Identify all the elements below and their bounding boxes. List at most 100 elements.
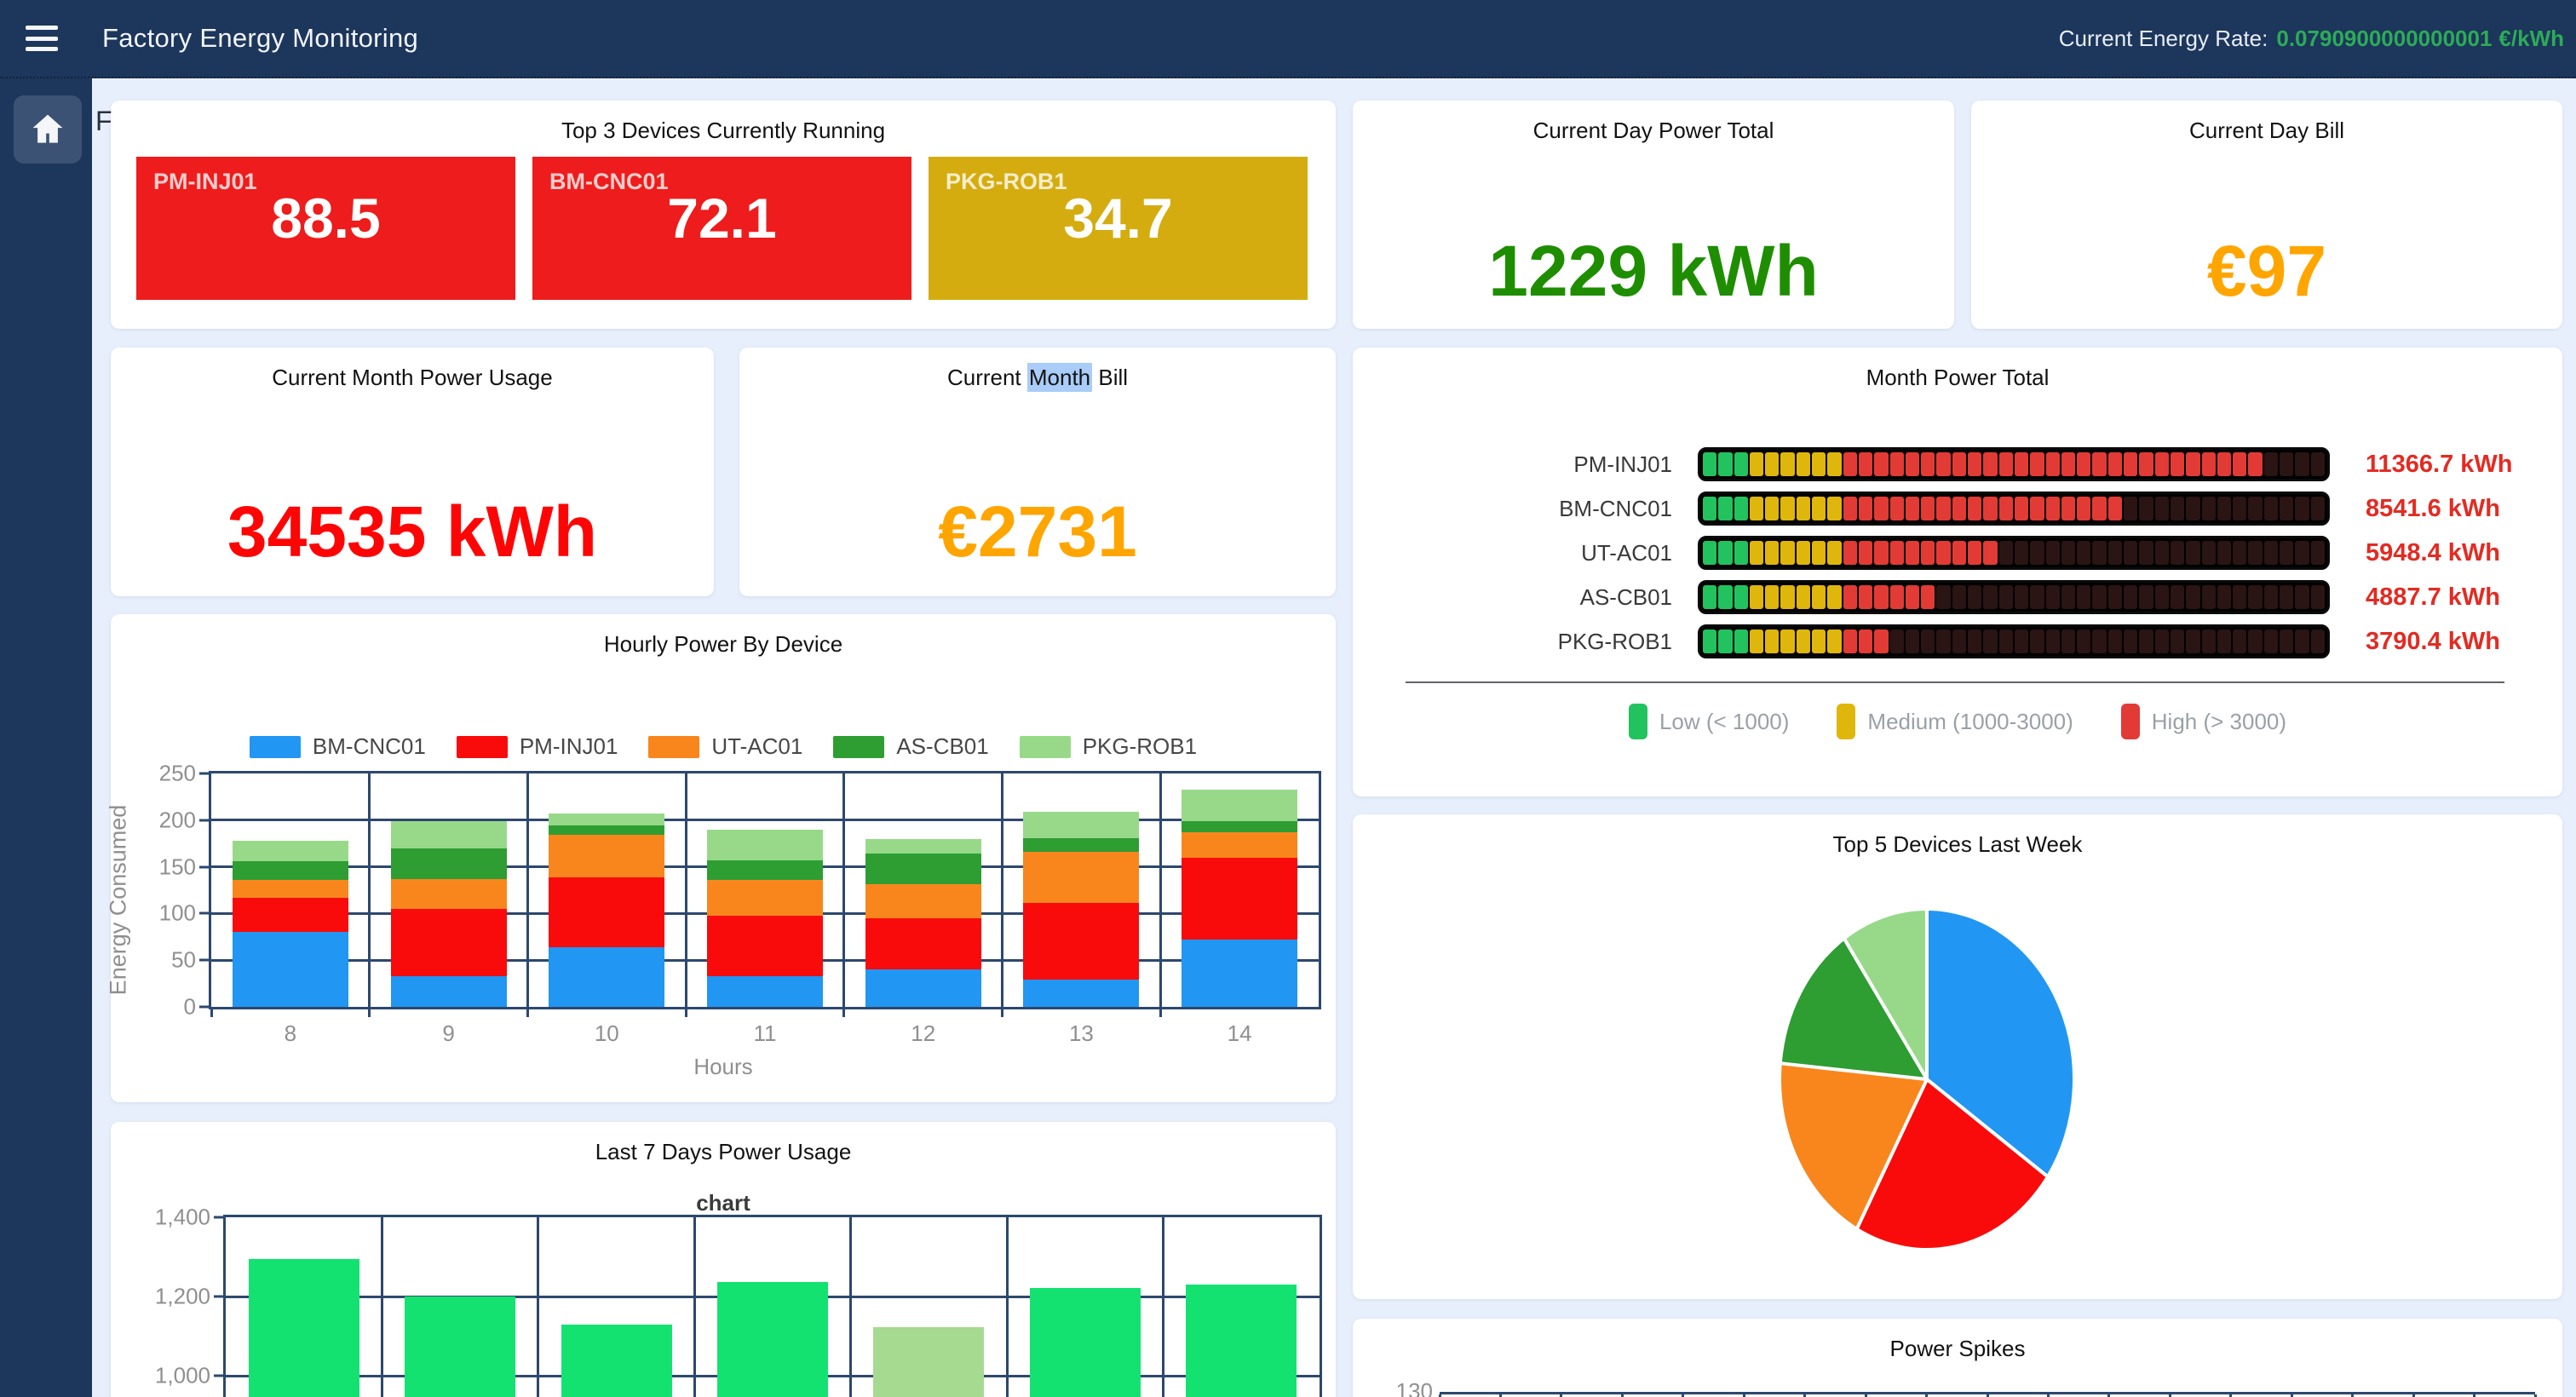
y-tick-label: 1,400	[155, 1204, 210, 1231]
chart-title: Month Power Total	[1353, 365, 2562, 391]
device-total-value: 4887.7 kWh	[2366, 584, 2500, 612]
stacked-bar-segment	[1182, 858, 1297, 940]
legend-label: PKG-ROB1	[1083, 733, 1197, 760]
day-power-total-value: 1229 kWh	[1353, 230, 1954, 313]
stacked-bar-segment	[707, 880, 823, 916]
device-total-value: 3790.4 kWh	[2366, 628, 2500, 656]
y-tick-label: 1,200	[155, 1284, 210, 1310]
card-last7-power: Last 7 Days Power Usage chart 1,4001,200…	[111, 1122, 1336, 1397]
stacked-bar-segment	[549, 947, 664, 1007]
selected-text: Month	[1027, 363, 1092, 392]
device-total-value: 5948.4 kWh	[2366, 539, 2500, 567]
card-hourly-power: Hourly Power By Device BM-CNC01 PM-INJ01 U…	[111, 614, 1336, 1102]
bar	[873, 1327, 984, 1397]
energy-rate: Current Energy Rate:0.0790900000000001€/…	[2059, 26, 2564, 52]
stacked-bar-segment	[233, 932, 348, 1007]
x-tick-label: 12	[911, 1020, 935, 1047]
stacked-bar-segment	[707, 916, 823, 976]
hamburger-menu-icon[interactable]	[26, 26, 60, 51]
stacked-bar-segment	[865, 969, 981, 1007]
device-label: PKG-ROB1	[1353, 629, 1698, 655]
led-bar-row: PKG-ROB1 3790.4 kWh	[1353, 619, 2562, 664]
last7-bar-chart: 1,4001,2001,000	[223, 1215, 1322, 1397]
legend-swatch	[1837, 704, 1855, 739]
y-tick-label: 0	[184, 994, 196, 1020]
bar	[405, 1296, 515, 1397]
y-tick-label: 200	[159, 807, 196, 833]
legend-item: AS-CB01	[833, 733, 988, 760]
top5-pie-chart	[1757, 883, 2097, 1275]
stacked-bar-segment	[865, 918, 981, 969]
led-bar-row: UT-AC015948.4 kWh	[1353, 531, 2562, 575]
stacked-bar-segment	[233, 861, 348, 880]
title-text: Current	[947, 365, 1027, 390]
card-power-spikes: Power Spikes 130	[1353, 1319, 2562, 1397]
stacked-bar-segment	[1182, 832, 1297, 858]
card-title: Current Month Bill	[739, 365, 1336, 391]
home-icon	[29, 111, 66, 148]
y-tick-label: 50	[171, 947, 196, 974]
month-bill-value: €2731	[739, 491, 1336, 573]
hourly-stacked-bar-chart: 891011121314050100150200250	[209, 771, 1321, 1009]
led-bar	[1698, 580, 2330, 614]
sidebar-nav	[0, 77, 92, 1397]
stacked-bar-segment	[1182, 940, 1297, 1007]
stacked-bar-segment	[1023, 812, 1139, 838]
chart-title: Hourly Power By Device	[111, 631, 1336, 658]
chart-legend: BM-CNC01 PM-INJ01 UT-AC01 AS-CB01 PKG-ROB1	[111, 733, 1336, 760]
led-bar-row: AS-CB014887.7 kWh	[1353, 575, 2562, 619]
device-label: BM-CNC01	[1353, 496, 1698, 522]
card-top-devices: Top 3 Devices Currently Running PM-INJ01…	[111, 101, 1336, 329]
energy-rate-value: 0.0790900000000001	[2276, 26, 2492, 51]
stacked-bar-segment	[865, 839, 981, 854]
stacked-bar-segment	[233, 898, 348, 933]
legend-label: PM-INJ01	[520, 733, 618, 760]
stacked-bar-segment	[391, 821, 507, 848]
legend-item: UT-AC01	[648, 733, 802, 760]
device-power-value: 88.5	[136, 186, 515, 250]
legend-item: High (> 3000)	[2121, 704, 2286, 739]
stacked-bar-segment	[707, 830, 823, 860]
legend-label: Low (< 1000)	[1659, 709, 1789, 735]
chart-title: Top 5 Devices Last Week	[1353, 831, 2562, 858]
bar	[561, 1325, 672, 1397]
stacked-bar-segment	[549, 813, 664, 825]
legend-label: BM-CNC01	[313, 733, 426, 760]
x-tick-label: 8	[285, 1020, 296, 1047]
card-title: Current Month Power Usage	[111, 365, 714, 391]
led-bar-rows: PM-INJ0111366.7 kWhBM-CNC018541.6 kWhUT-…	[1353, 442, 2562, 664]
device-tiles: PM-INJ01 88.5 BM-CNC01 72.1 PKG-ROB1 34.…	[136, 157, 1308, 300]
stacked-bar-segment	[549, 825, 664, 835]
y-tick-label: 1,000	[155, 1363, 210, 1389]
stacked-bar-segment	[707, 976, 823, 1007]
app-bar: Factory Energy Monitoring Current Energy…	[0, 0, 2576, 78]
led-legend: Low (< 1000) Medium (1000-3000) High (> 30…	[1353, 704, 2562, 739]
x-axis-title: Hours	[111, 1054, 1336, 1080]
card-top5-week: Top 5 Devices Last Week	[1353, 814, 2562, 1299]
legend-swatch	[833, 736, 884, 758]
stacked-bar-segment	[1182, 821, 1297, 832]
legend-swatch	[250, 736, 301, 758]
chart-subtitle: chart	[111, 1190, 1336, 1216]
bar	[1186, 1285, 1297, 1397]
legend-swatch	[1629, 704, 1647, 739]
factory-energy-dashboard: Factory Energy Monitoring Current Energy…	[0, 0, 2576, 1397]
y-tick-label: 130	[1378, 1378, 1433, 1397]
sidebar-item-home[interactable]	[14, 95, 82, 164]
bar	[249, 1259, 359, 1397]
led-bar	[1698, 447, 2330, 481]
device-power-value: 72.1	[532, 186, 911, 250]
card-title: Top 3 Devices Currently Running	[111, 118, 1336, 144]
stacked-bar-segment	[865, 884, 981, 917]
device-tile: PKG-ROB1 34.7	[929, 157, 1308, 300]
legend-item: BM-CNC01	[250, 733, 426, 760]
legend-item: Medium (1000-3000)	[1837, 704, 2073, 739]
stacked-bar-segment	[549, 835, 664, 877]
stacked-bar-segment	[1023, 852, 1139, 903]
bar	[717, 1282, 828, 1397]
stacked-bar-segment	[549, 877, 664, 947]
stacked-bar-segment	[1023, 980, 1139, 1007]
card-day-bill: Current Day Bill €97	[1971, 101, 2562, 329]
title-text: Bill	[1092, 365, 1128, 390]
led-bar	[1698, 536, 2330, 570]
